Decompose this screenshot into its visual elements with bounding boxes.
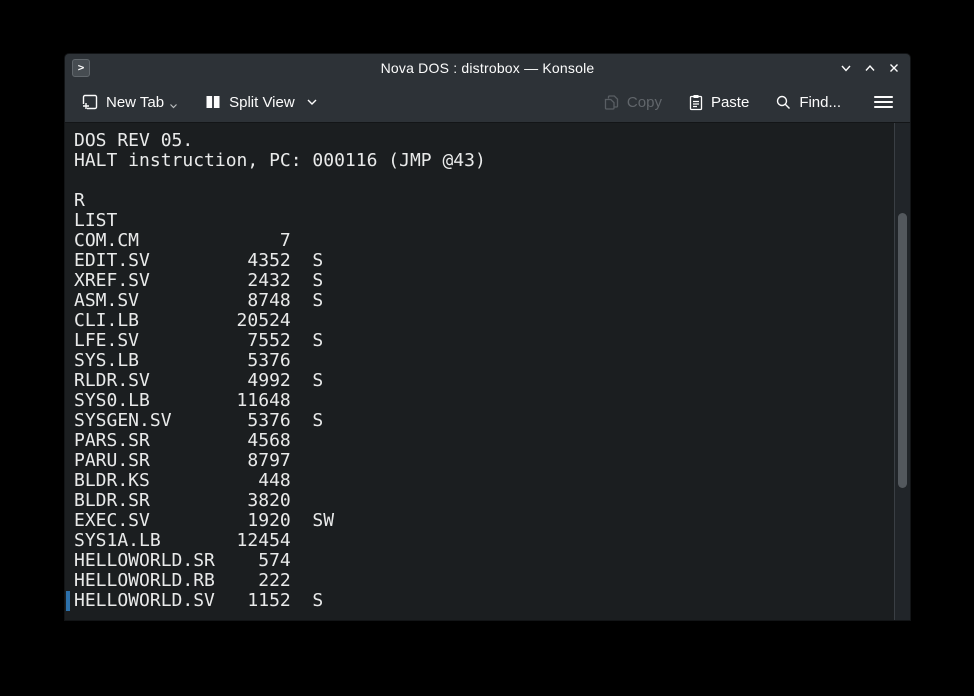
paste-label: Paste bbox=[711, 94, 749, 111]
konsole-icon[interactable]: > bbox=[72, 59, 90, 77]
hamburger-icon bbox=[873, 94, 894, 110]
split-view-label: Split View bbox=[229, 94, 295, 111]
window-title: Nova DOS : distrobox — Konsole bbox=[381, 60, 595, 76]
scrollbar[interactable] bbox=[894, 123, 910, 620]
minimize-button[interactable] bbox=[839, 61, 853, 75]
terminal-cursor bbox=[66, 591, 70, 611]
new-tab-label: New Tab bbox=[106, 94, 164, 111]
terminal-area[interactable]: DOS REV 05. HALT instruction, PC: 000116… bbox=[65, 123, 910, 620]
copy-label: Copy bbox=[627, 94, 662, 111]
chevron-down-icon bbox=[169, 103, 178, 109]
close-icon bbox=[887, 61, 901, 75]
window-controls bbox=[839, 54, 901, 82]
scrollbar-thumb[interactable] bbox=[898, 213, 907, 488]
split-view-button[interactable]: Split View bbox=[204, 93, 318, 111]
minimize-icon bbox=[839, 61, 853, 75]
terminal-text[interactable]: DOS REV 05. HALT instruction, PC: 000116… bbox=[65, 123, 894, 620]
copy-button[interactable]: Copy bbox=[603, 94, 662, 111]
konsole-window: > Nova DOS : distrobox — Konsole bbox=[65, 54, 910, 620]
toolbar: New Tab Split View Copy bbox=[65, 82, 910, 123]
chevron-down-icon bbox=[306, 98, 318, 106]
menu-button[interactable] bbox=[873, 94, 894, 110]
maximize-icon bbox=[863, 61, 877, 75]
find-button[interactable]: Find... bbox=[775, 94, 841, 111]
close-button[interactable] bbox=[887, 61, 901, 75]
find-label: Find... bbox=[799, 94, 841, 111]
search-icon bbox=[775, 94, 792, 111]
split-view-icon bbox=[204, 93, 222, 111]
new-tab-icon bbox=[81, 93, 99, 111]
copy-icon bbox=[603, 94, 620, 111]
new-tab-button[interactable]: New Tab bbox=[81, 93, 178, 111]
paste-icon bbox=[688, 94, 704, 111]
maximize-button[interactable] bbox=[863, 61, 877, 75]
paste-button[interactable]: Paste bbox=[688, 94, 749, 111]
titlebar[interactable]: > Nova DOS : distrobox — Konsole bbox=[65, 54, 910, 82]
